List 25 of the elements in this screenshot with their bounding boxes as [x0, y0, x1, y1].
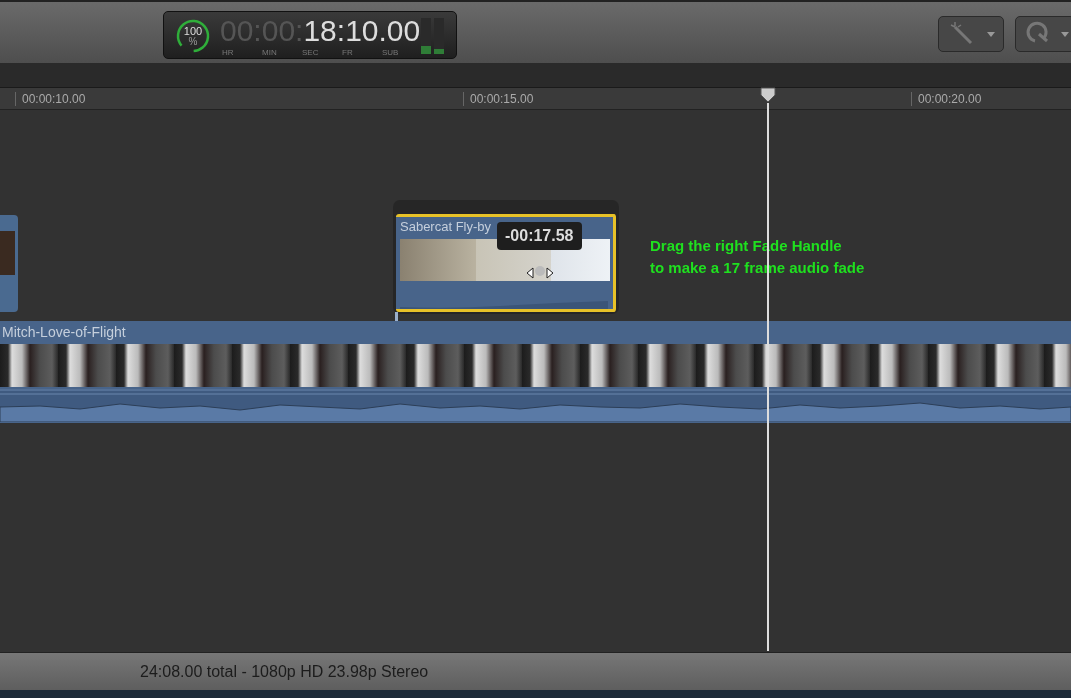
- ruler-timecode: 00:00:10.00: [15, 92, 86, 106]
- audio-meter-icon: [420, 18, 446, 54]
- timecode-value: 18:10.00: [303, 15, 421, 47]
- timecode-unit-label: MIN: [262, 47, 278, 59]
- retime-dropdown-button[interactable]: [1015, 16, 1071, 52]
- timecode-unit-label: FR: [342, 47, 354, 59]
- timecode-unit-label: SEC: [302, 47, 320, 59]
- project-info-text: 24:08.00 total - 1080p HD 23.98p Stereo: [140, 661, 429, 682]
- effects-dropdown-button[interactable]: [938, 16, 1004, 52]
- timecode-unit-label: HR: [222, 47, 235, 59]
- zoom-percent: 100: [182, 26, 204, 36]
- ruler-timecode: 00:00:20.00: [911, 92, 982, 106]
- primary-clip[interactable]: Mitch-Love-of-Flight: [0, 321, 1071, 423]
- fade-handle-icon[interactable]: [525, 266, 555, 280]
- connected-clip[interactable]: Sabercat Fly-by -00:17.58: [393, 200, 619, 314]
- skimmer-ring-icon: [176, 19, 210, 53]
- clip-edge[interactable]: [0, 215, 18, 312]
- clip-title: Sabercat Fly-by: [400, 219, 492, 234]
- percent-sign: %: [187, 37, 199, 47]
- photo-placeholder: [0, 231, 15, 275]
- duration-tooltip: -00:17.58: [497, 222, 582, 250]
- ruler-timecode: 00:00:15.00: [463, 92, 534, 106]
- timeline-ruler[interactable]: 00:00:10.00 00:00:15.00 00:00:20.00: [0, 88, 1071, 110]
- timecode-unit-label: SUB: [382, 47, 400, 59]
- clip-title: Mitch-Love-of-Flight: [2, 324, 126, 340]
